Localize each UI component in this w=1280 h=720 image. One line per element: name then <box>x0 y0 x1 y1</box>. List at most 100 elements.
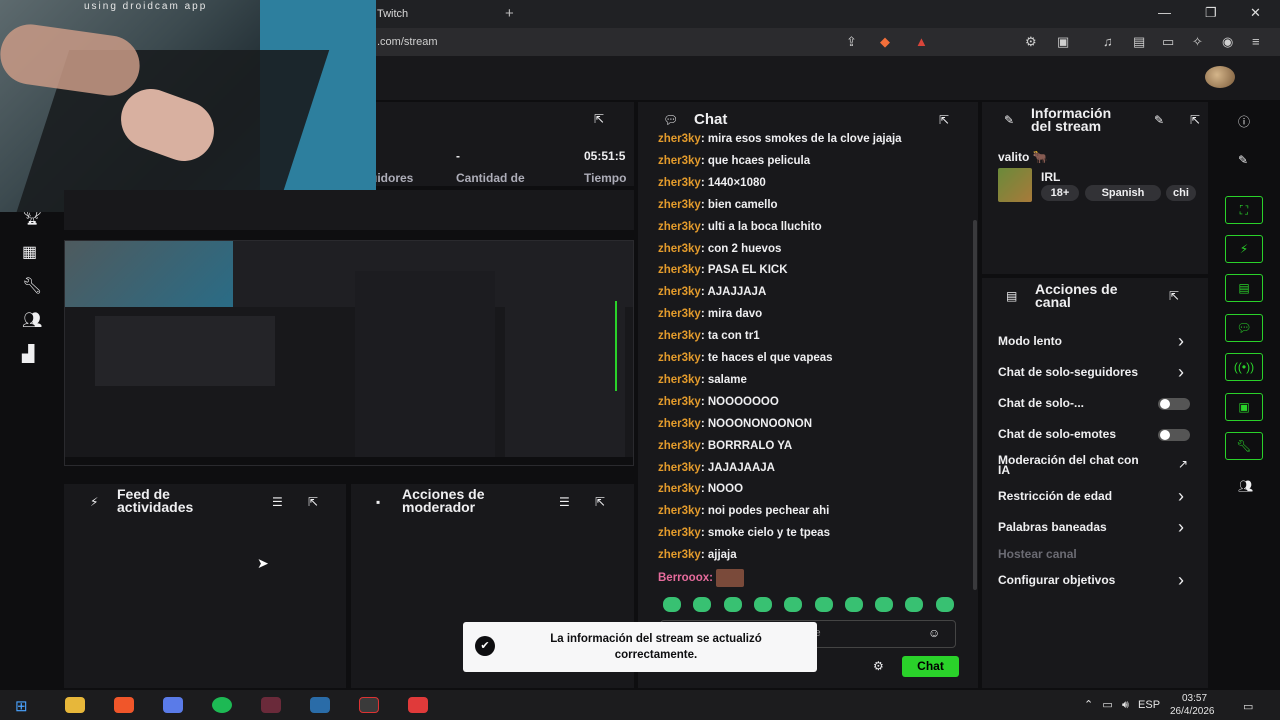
language-indicator[interactable]: ESP <box>1138 699 1160 711</box>
gear-icon[interactable]: ⚙ <box>873 659 884 673</box>
raid-icon[interactable]: ▣ <box>1225 393 1263 421</box>
emote-button[interactable] <box>844 597 863 612</box>
emote-button[interactable] <box>784 597 803 612</box>
poll-icon[interactable]: ▤ <box>1225 274 1263 302</box>
obs-icon[interactable] <box>359 697 379 713</box>
channel-action-item[interactable]: Palabras baneadas <box>998 520 1107 534</box>
emote-button[interactable] <box>905 597 924 612</box>
chat-username[interactable]: zher3ky <box>658 177 701 189</box>
channel-action-item[interactable]: Chat de solo-... <box>998 396 1084 410</box>
chat-username[interactable]: zher3ky <box>658 396 701 408</box>
emote-button[interactable] <box>935 597 954 612</box>
emote-button[interactable] <box>663 597 681 612</box>
filter-icon[interactable]: ☰ <box>272 495 283 509</box>
community-icon[interactable]: 👥︎ <box>22 310 42 330</box>
sidebar-icon[interactable]: ▤ <box>1133 34 1145 50</box>
info-icon[interactable]: ⓘ <box>1238 113 1250 130</box>
emote-button[interactable] <box>875 597 894 612</box>
external-link-icon[interactable]: ↗ <box>1178 457 1188 471</box>
chat-username[interactable]: zher3ky <box>658 505 701 517</box>
chat-username[interactable]: zher3ky <box>658 527 701 539</box>
emote-button[interactable] <box>723 597 742 612</box>
wrench-icon[interactable]: 🔧︎ <box>1225 432 1263 460</box>
chat-username[interactable]: zher3ky <box>658 440 701 452</box>
film-icon[interactable]: ▦ <box>22 242 37 262</box>
channel-action-item[interactable]: Chat de solo-emotes <box>998 427 1116 441</box>
emote-button[interactable] <box>814 597 833 612</box>
browser-tab-title[interactable]: Twitch <box>377 8 408 20</box>
chat-username[interactable]: zher3ky <box>658 462 701 474</box>
extensions-icon[interactable]: ⚙ <box>1025 34 1037 50</box>
chat-bubble-icon[interactable]: 💬︎ <box>1225 314 1263 342</box>
vpn-icon[interactable]: ◉ <box>1222 34 1233 50</box>
chevron-right-icon[interactable]: › <box>1178 486 1184 507</box>
chat-scrollbar[interactable] <box>973 220 977 590</box>
tag[interactable]: chi <box>1166 185 1196 201</box>
category-name[interactable]: IRL <box>1041 170 1060 184</box>
chevron-right-icon[interactable]: › <box>1178 570 1184 591</box>
chat-username[interactable]: zher3ky <box>658 264 701 276</box>
new-tab-button[interactable]: + <box>505 5 514 22</box>
steam-icon[interactable] <box>310 697 330 713</box>
clock-date[interactable]: 26/4/2026 <box>1170 706 1215 717</box>
chat-username[interactable]: zher3ky <box>658 483 701 495</box>
avatar[interactable] <box>1205 66 1235 88</box>
wallet-icon[interactable]: ▭ <box>1162 34 1174 50</box>
chat-username[interactable]: zher3ky <box>658 308 701 320</box>
toggle-switch[interactable] <box>1158 429 1190 441</box>
chat-username[interactable]: zher3ky <box>658 330 701 342</box>
clock-time[interactable]: 03:57 <box>1182 693 1207 704</box>
clip-icon[interactable]: ⛶ <box>1225 196 1263 224</box>
chat-username[interactable]: zher3ky <box>658 199 701 211</box>
wrench-icon[interactable]: 🔧︎ <box>22 276 42 296</box>
popout-icon[interactable]: ⇱ <box>1169 289 1179 303</box>
close-icon[interactable]: ✕ <box>1250 5 1261 21</box>
category-thumbnail[interactable] <box>998 168 1032 202</box>
emoji-icon[interactable]: ☺ <box>928 626 940 640</box>
chat-username[interactable]: zher3ky <box>658 243 701 255</box>
chat-username[interactable]: zher3ky <box>658 549 701 561</box>
channel-action-item[interactable]: Modo lento <box>998 334 1062 348</box>
notifications-icon[interactable]: ▭ <box>1243 700 1253 713</box>
chrome-icon[interactable] <box>163 697 183 713</box>
chevron-right-icon[interactable]: › <box>1178 331 1184 352</box>
popout-icon[interactable]: ⇱ <box>939 113 949 127</box>
channel-action-item[interactable]: Configurar objetivos <box>998 573 1115 587</box>
chat-username[interactable]: zher3ky <box>658 352 701 364</box>
media-icon[interactable]: ♫ <box>1103 34 1113 49</box>
chat-username[interactable]: zher3ky <box>658 374 701 386</box>
pencil-icon[interactable]: ✎ <box>1238 153 1248 167</box>
chevron-right-icon[interactable]: › <box>1178 362 1184 383</box>
lightning-icon[interactable]: ⚡︎ <box>1225 235 1263 263</box>
filter-icon[interactable]: ☰ <box>559 495 570 509</box>
channel-action-item[interactable]: Restricción de edad <box>998 489 1112 503</box>
rewards-icon[interactable]: ▲ <box>915 34 928 49</box>
restore-icon[interactable]: ❐ <box>1205 5 1217 21</box>
chat-username[interactable]: zher3ky <box>658 155 701 167</box>
popout-icon[interactable]: ⇱ <box>595 495 605 509</box>
system-tray[interactable]: ⌃ ▭ 🔊︎ ESP <box>1084 698 1160 712</box>
broadcast-icon[interactable]: ((•)) <box>1225 353 1263 381</box>
tag[interactable]: 18+ <box>1041 185 1079 201</box>
popout-icon[interactable]: ⇱ <box>308 495 318 509</box>
menu-icon[interactable]: ≡ <box>1252 34 1260 49</box>
chevron-right-icon[interactable]: › <box>1178 517 1184 538</box>
popout-icon[interactable]: ⇱ <box>594 112 604 126</box>
app-icon[interactable] <box>261 697 281 713</box>
channel-action-item[interactable]: Chat de solo-seguidores <box>998 365 1138 379</box>
minimize-icon[interactable]: — <box>1158 5 1171 20</box>
recorder-icon[interactable] <box>408 697 428 713</box>
channel-action-item[interactable]: Moderación del chat con IA <box>998 454 1148 476</box>
creator-icon[interactable]: ▟ <box>22 344 34 364</box>
screenshot-icon[interactable]: ▣ <box>1057 34 1069 50</box>
url-field[interactable]: .com/stream <box>377 36 438 48</box>
windows-start-icon[interactable]: ⊞ <box>15 697 28 715</box>
leo-icon[interactable]: ✧ <box>1192 34 1203 50</box>
chat-username[interactable]: zher3ky <box>658 418 701 430</box>
chat-username[interactable]: zher3ky <box>658 133 701 145</box>
file-explorer-icon[interactable] <box>65 697 85 713</box>
emote-button[interactable] <box>693 597 712 612</box>
chat-send-button[interactable]: Chat <box>902 656 959 677</box>
brave-shield-icon[interactable]: ◆ <box>880 34 890 50</box>
brave-browser-icon[interactable] <box>114 697 134 713</box>
